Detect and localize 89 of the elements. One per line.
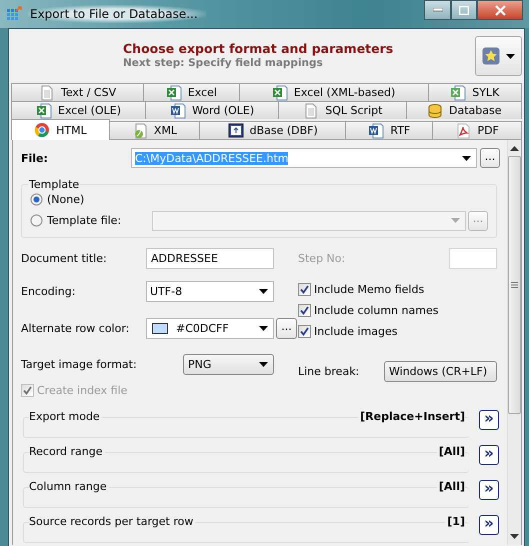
- section-value: [Replace+Insert]: [358, 410, 465, 423]
- spreadsheet-icon: [450, 84, 466, 100]
- section-label: Column range: [29, 480, 109, 493]
- format-tab[interactable]: Excel (XML-based): [238, 83, 428, 101]
- expand-button[interactable]: »: [479, 444, 499, 464]
- format-tab[interactable]: Database: [406, 101, 522, 119]
- checkmark-icon: [300, 326, 309, 336]
- step-input[interactable]: [449, 248, 497, 269]
- radio-button[interactable]: [30, 193, 43, 206]
- scroll-up-icon: [510, 146, 519, 151]
- expand-button[interactable]: »: [479, 410, 499, 430]
- minimize-icon: [432, 8, 442, 12]
- spreadsheet-icon: [36, 102, 52, 118]
- minimize-button[interactable]: [424, 0, 451, 20]
- format-tab[interactable]: RTF: [345, 121, 434, 139]
- checkmark-icon: [300, 306, 309, 315]
- grip-icon: [511, 282, 518, 288]
- format-tab[interactable]: Text / CSV: [11, 83, 144, 101]
- window-title: Export to File or Database...: [28, 5, 206, 23]
- vertical-scrollbar[interactable]: [507, 140, 521, 545]
- checkbox[interactable]: [298, 324, 311, 338]
- radio-label: (None): [47, 193, 84, 206]
- header-subtitle: Next step: Specify field mappings: [123, 57, 324, 69]
- dropdown-arrow-icon: [259, 362, 268, 367]
- group-title: Template: [28, 178, 80, 191]
- checkmark-icon: [23, 386, 32, 396]
- title-input[interactable]: ADDRESSEE: [146, 248, 274, 269]
- color-combo[interactable]: #C0DCFF: [146, 318, 274, 340]
- close-button[interactable]: [477, 0, 523, 20]
- section-label: Export mode: [29, 410, 102, 423]
- checkbox-label: Include Memo fields: [314, 282, 424, 296]
- file-label: File:: [21, 152, 49, 165]
- pdf-icon: [455, 122, 472, 138]
- checkmark-icon: [300, 284, 309, 294]
- checkbox[interactable]: [298, 282, 311, 296]
- image-format-combo[interactable]: PNG: [183, 354, 274, 375]
- section-value: [1]: [445, 515, 465, 528]
- field-label: Step No:: [298, 252, 346, 265]
- format-tab[interactable]: Excel (OLE): [11, 101, 146, 119]
- radio-button[interactable]: [30, 214, 43, 228]
- browse-button[interactable]: ...: [480, 148, 500, 168]
- field-label: Target image format:: [21, 358, 138, 371]
- spreadsheet-icon: [166, 84, 182, 100]
- table-file-icon: [228, 122, 244, 138]
- browser-icon: [34, 122, 50, 138]
- format-tab[interactable]: HTML: [11, 119, 110, 140]
- checkbox-label: Include images: [314, 324, 398, 338]
- checkbox-label: Include column names: [314, 304, 438, 317]
- dropdown-arrow-icon: [451, 218, 460, 224]
- maximize-button[interactable]: [451, 0, 477, 20]
- field-label: Alternate row color:: [21, 322, 130, 336]
- format-tab[interactable]: XML: [108, 121, 200, 139]
- word-document-icon: [368, 122, 384, 138]
- format-tab[interactable]: PDF: [432, 121, 522, 139]
- expand-button[interactable]: »: [479, 480, 499, 500]
- maximize-icon: [459, 6, 469, 14]
- document-icon: [303, 102, 320, 118]
- dropdown-arrow-icon: [462, 156, 471, 161]
- close-icon: [494, 4, 506, 16]
- field-label: Encoding:: [21, 285, 76, 298]
- format-tab[interactable]: Excel: [143, 83, 240, 101]
- document-icon: [38, 84, 55, 100]
- dropdown-arrow-icon: [259, 289, 268, 294]
- format-tab[interactable]: SQL Script: [278, 101, 408, 119]
- field-label: Line break:: [298, 364, 360, 378]
- section-label: Record range: [29, 445, 104, 458]
- checkbox-label: Create index file: [37, 384, 128, 398]
- format-tab[interactable]: SYLK: [428, 83, 522, 101]
- field-label: Document title:: [21, 252, 108, 265]
- encoding-combo[interactable]: UTF-8: [146, 281, 274, 302]
- radio-label: Template file:: [47, 214, 122, 228]
- header-title: Choose export format and parameters: [123, 41, 394, 56]
- format-tab[interactable]: Word (OLE): [145, 101, 280, 119]
- checkbox[interactable]: [298, 304, 311, 317]
- section-value: [All]: [436, 445, 465, 458]
- color-picker-button[interactable]: ...: [276, 318, 297, 340]
- app-icon: [6, 6, 22, 22]
- dropdown-arrow-icon: [259, 326, 268, 332]
- format-tab[interactable]: dBase (DBF): [199, 121, 346, 139]
- scroll-down-icon: [510, 534, 519, 539]
- spreadsheet-icon: [272, 84, 288, 100]
- section-value: [All]: [436, 480, 465, 493]
- word-document-icon: [170, 102, 186, 118]
- section-label: Source records per target row: [29, 515, 196, 528]
- line-break-combo[interactable]: Windows (CR+LF): [384, 360, 497, 382]
- favorites-button[interactable]: [475, 36, 522, 76]
- expand-button[interactable]: »: [479, 514, 499, 534]
- dropdown-arrow-icon: [506, 54, 515, 58]
- database-icon: [426, 102, 443, 118]
